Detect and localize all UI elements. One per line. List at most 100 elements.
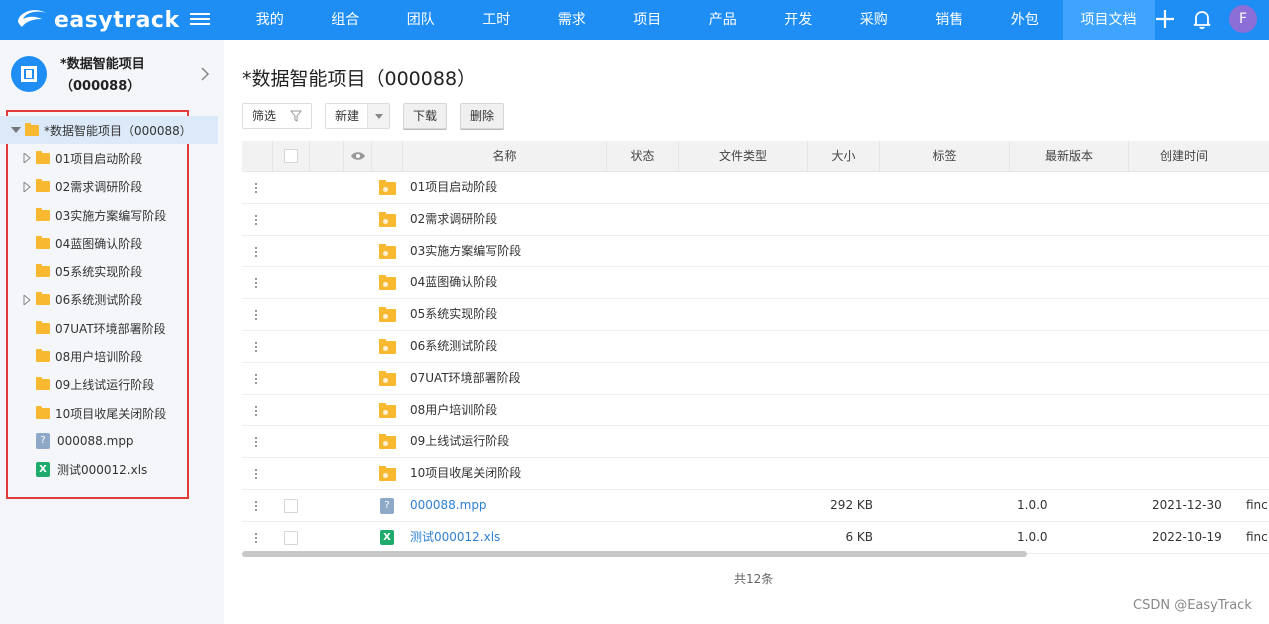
table-row[interactable]: X 测试000012.xls 6 KB 1.0.0 2022-10-19 finc xyxy=(242,522,1269,554)
nav-item-1[interactable]: 组合 xyxy=(308,0,384,40)
tree-item[interactable]: 03实施方案编写阶段 xyxy=(0,201,224,229)
header-eye-col[interactable] xyxy=(344,141,372,172)
table-row[interactable]: 02需求调研阶段 xyxy=(242,204,1269,236)
row-checkbox[interactable] xyxy=(284,498,298,513)
row-name[interactable]: 04蓝图确认阶段 xyxy=(410,267,497,298)
table-row[interactable]: 08用户培训阶段 xyxy=(242,395,1269,427)
caret-down-icon[interactable] xyxy=(11,125,21,135)
caret-right-icon[interactable] xyxy=(22,153,32,164)
header-select-all[interactable] xyxy=(273,141,310,172)
row-name[interactable]: 03实施方案编写阶段 xyxy=(410,236,521,267)
tree-item[interactable]: 07UAT环境部署阶段 xyxy=(0,314,224,342)
nav-item-5[interactable]: 项目 xyxy=(610,0,686,40)
caret-right-icon[interactable] xyxy=(22,181,32,192)
row-version: 1.0.0 xyxy=(1017,529,1048,544)
tree-item[interactable]: *数据智能项目（000088） xyxy=(0,116,218,145)
tree-item[interactable]: 06系统测试阶段 xyxy=(0,286,224,314)
table-row[interactable]: 05系统实现阶段 xyxy=(242,299,1269,331)
menu-icon[interactable] xyxy=(190,10,210,30)
row-checkbox[interactable] xyxy=(284,530,298,545)
header-created-time[interactable]: 创建时间 xyxy=(1129,141,1239,172)
more-actions-icon[interactable] xyxy=(255,469,258,481)
row-name[interactable]: 05系统实现阶段 xyxy=(410,299,497,330)
row-name[interactable]: 09上线试运行阶段 xyxy=(410,426,509,457)
header-tags[interactable]: 标签 xyxy=(880,141,1010,172)
nav-item-7[interactable]: 开发 xyxy=(761,0,837,40)
header-name[interactable]: 名称 xyxy=(403,141,607,172)
more-actions-icon[interactable] xyxy=(255,310,258,322)
more-actions-icon[interactable] xyxy=(255,341,258,354)
header-latest-version[interactable]: 最新版本 xyxy=(1010,141,1129,172)
project-header[interactable]: *数据智能项目（000088） xyxy=(0,40,224,108)
tree-item[interactable]: 02需求调研阶段 xyxy=(0,173,224,201)
row-name-link[interactable]: 测试000012.xls xyxy=(410,522,500,553)
tree-item[interactable]: 04蓝图确认阶段 xyxy=(0,229,224,257)
more-actions-icon[interactable] xyxy=(255,373,258,386)
more-actions-icon[interactable] xyxy=(255,246,258,259)
tree-item[interactable]: ? 000088.mpp xyxy=(0,427,224,455)
nav-item-6[interactable]: 产品 xyxy=(685,0,761,40)
header-actions-col xyxy=(242,141,273,172)
table-row[interactable]: 01项目启动阶段 xyxy=(242,172,1269,204)
nav-item-4[interactable]: 需求 xyxy=(534,0,610,40)
nav-item-10[interactable]: 外包 xyxy=(987,0,1063,40)
folder-icon xyxy=(36,405,50,419)
tree-item[interactable]: 08用户培训阶段 xyxy=(0,342,224,370)
folder-icon xyxy=(379,243,396,259)
more-actions-icon[interactable] xyxy=(255,532,258,545)
row-name[interactable]: 02需求调研阶段 xyxy=(410,204,497,235)
select-all-checkbox[interactable] xyxy=(284,149,298,163)
header-size[interactable]: 大小 xyxy=(808,141,880,172)
nav-item-3[interactable]: 工时 xyxy=(459,0,535,40)
table-row[interactable]: 10项目收尾关闭阶段 xyxy=(242,458,1269,490)
more-actions-icon[interactable] xyxy=(255,183,258,195)
plus-icon[interactable] xyxy=(1154,8,1176,30)
horizontal-scrollbar[interactable] xyxy=(242,551,1027,557)
more-actions-icon[interactable] xyxy=(255,214,258,227)
bell-icon[interactable] xyxy=(1191,8,1213,30)
tree-item[interactable]: 09上线试运行阶段 xyxy=(0,371,224,399)
nav-item-9[interactable]: 销售 xyxy=(912,0,988,40)
table-row[interactable]: 09上线试运行阶段 xyxy=(242,426,1269,459)
row-name[interactable]: 08用户培训阶段 xyxy=(410,395,497,426)
caret-down-icon[interactable] xyxy=(367,104,390,128)
header-status[interactable]: 状态 xyxy=(607,141,679,172)
row-name[interactable]: 07UAT环境部署阶段 xyxy=(410,363,521,394)
row-name-link[interactable]: 000088.mpp xyxy=(410,490,487,521)
nav-item-11[interactable]: 项目文档 xyxy=(1062,0,1155,40)
row-version: 1.0.0 xyxy=(1017,497,1048,512)
header-file-type[interactable]: 文件类型 xyxy=(679,141,808,172)
filter-button[interactable]: 筛选 xyxy=(242,103,313,129)
chevron-right-icon[interactable] xyxy=(200,66,210,82)
user-avatar[interactable]: F xyxy=(1229,5,1257,33)
nav-item-0[interactable]: 我的 xyxy=(232,0,308,40)
row-created: 2021-12-30 xyxy=(1152,497,1222,512)
more-actions-icon[interactable] xyxy=(255,500,258,513)
tree-item[interactable]: 10项目收尾关闭阶段 xyxy=(0,399,224,427)
row-name[interactable]: 06系统测试阶段 xyxy=(410,331,497,362)
table-row[interactable]: 04蓝图确认阶段 xyxy=(242,267,1269,300)
more-actions-icon[interactable] xyxy=(255,278,258,290)
new-button[interactable]: 新建 xyxy=(325,103,391,129)
table-row[interactable]: 07UAT环境部署阶段 xyxy=(242,363,1269,395)
caret-right-icon[interactable] xyxy=(22,294,32,305)
folder-icon xyxy=(36,207,50,221)
row-name[interactable]: 01项目启动阶段 xyxy=(410,172,497,203)
table-row[interactable]: ? 000088.mpp 292 KB 1.0.0 2021-12-30 finc xyxy=(242,490,1269,522)
table-row[interactable]: 03实施方案编写阶段 xyxy=(242,236,1269,268)
nav-item-8[interactable]: 采购 xyxy=(836,0,912,40)
tree-item[interactable]: 01项目启动阶段 xyxy=(0,144,224,172)
nav-item-2[interactable]: 团队 xyxy=(383,0,459,40)
tree-item[interactable]: 05系统实现阶段 xyxy=(0,257,224,285)
tree-item[interactable]: X 测试000012.xls xyxy=(0,456,224,484)
delete-button[interactable]: 删除 xyxy=(460,103,505,129)
new-label: 新建 xyxy=(335,109,360,123)
folder-icon xyxy=(379,370,396,386)
app-logo[interactable]: easytrack xyxy=(14,5,180,35)
download-button[interactable]: 下载 xyxy=(403,103,448,129)
table-row[interactable]: 06系统测试阶段 xyxy=(242,331,1269,363)
more-actions-icon[interactable] xyxy=(255,437,258,449)
more-actions-icon[interactable] xyxy=(255,405,258,418)
row-name[interactable]: 10项目收尾关闭阶段 xyxy=(410,458,521,489)
